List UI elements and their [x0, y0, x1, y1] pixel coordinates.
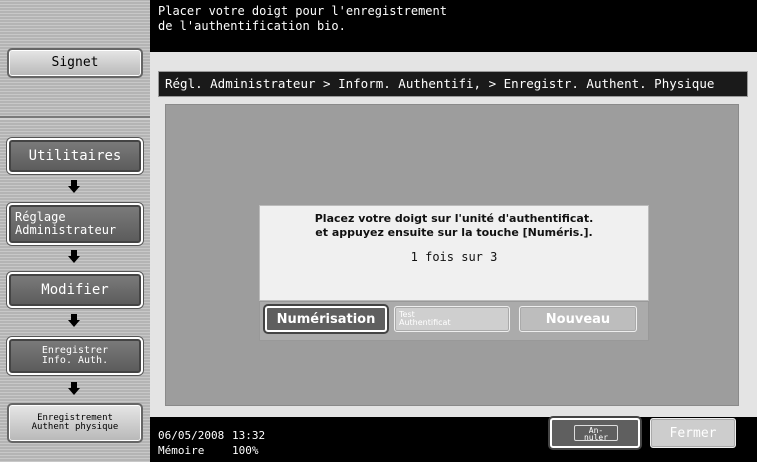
utilitaires-button[interactable]: Utilitaires [7, 138, 143, 174]
annuler-label: An-nuler [574, 425, 618, 442]
message-line2: de l'authentification bio. [158, 19, 346, 33]
dialog-line1: Placez votre doigt sur l'unité d'authent… [314, 212, 594, 225]
test-line2: Authentificat [399, 318, 451, 327]
arrow-down-icon [68, 382, 80, 396]
annuler-button[interactable]: An-nuler [550, 418, 640, 448]
signet-button[interactable]: Signet [7, 48, 143, 78]
arrow-down-icon [68, 180, 80, 194]
test-authentificat-button[interactable]: Test Authentificat [394, 306, 510, 332]
numerisation-button[interactable]: Numérisation [265, 306, 387, 332]
instruction-dialog: Placez votre doigt sur l'unité d'authent… [259, 205, 649, 301]
dialog-line2: et appuyez ensuite sur la touche [Numéri… [315, 226, 593, 239]
scan-count: 1 fois sur 3 [410, 250, 498, 264]
breadcrumb: Régl. Administrateur > Inform. Authentif… [158, 71, 748, 97]
nouveau-button[interactable]: Nouveau [519, 306, 637, 332]
reglage-administrateur-button[interactable]: Réglage Administrateur [7, 203, 143, 245]
footer-date: 06/05/2008 [158, 429, 225, 442]
memory-value: 100% [232, 444, 259, 457]
fermer-button[interactable]: Fermer [650, 418, 736, 448]
memory-label: Mémoire [158, 444, 205, 457]
enreg-info-line2: Info. Auth. [41, 355, 109, 366]
message-line1: Placer votre doigt pour l'enregistrement [158, 4, 447, 18]
enreg-auth-line2: Authent physique [31, 422, 119, 432]
instruction-message: Placer votre doigt pour l'enregistrement… [158, 4, 447, 34]
enregistrement-authent-physique-button[interactable]: Enregistrement Authent physique [7, 403, 143, 443]
modifier-button[interactable]: Modifier [7, 272, 143, 308]
arrow-down-icon [68, 250, 80, 264]
reglage-line2: Administrateur [15, 223, 117, 237]
footer-time: 13:32 [232, 429, 266, 442]
annuler-line2: nuler [583, 433, 609, 442]
enregistrer-info-auth-button[interactable]: Enregistrer Info. Auth. [7, 337, 143, 375]
arrow-down-icon [68, 314, 80, 328]
